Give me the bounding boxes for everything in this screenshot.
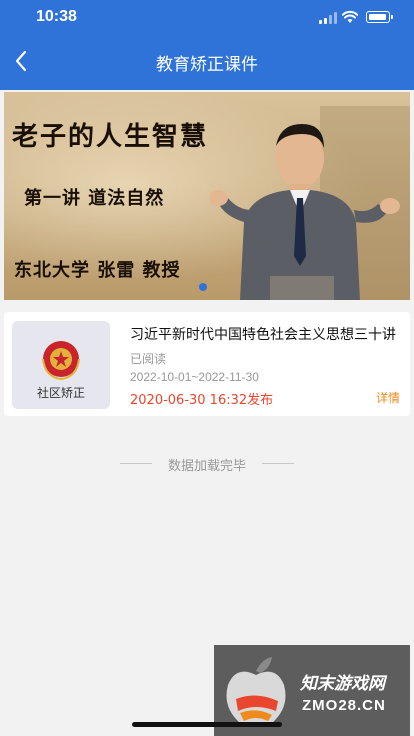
- carousel-indicator-dot[interactable]: [199, 283, 207, 291]
- read-status: 已阅读: [130, 352, 167, 366]
- banner-subtitle: 第一讲 道法自然: [24, 188, 165, 209]
- app-header: 10:38 教育矫正课件: [0, 0, 414, 90]
- wifi-icon: [342, 10, 358, 23]
- status-time: 10:38: [36, 8, 77, 25]
- thumbnail-label: 社区矫正: [36, 386, 85, 400]
- course-title: 习近平新时代中国特色社会主义思想三十讲: [130, 327, 396, 343]
- divider-right: [262, 463, 294, 464]
- watermark-logo: [226, 657, 286, 726]
- battery-icon: [366, 11, 393, 23]
- page-title: 教育矫正课件: [156, 55, 258, 75]
- banner-lecturer: 东北大学 张雷 教授: [14, 260, 181, 281]
- course-thumbnail: 社区矫正: [12, 321, 110, 409]
- publish-time: 2020-06-30 16:32发布: [130, 393, 274, 408]
- watermark-text: 知末游戏网: [300, 674, 385, 694]
- cellular-signal-icon: [319, 12, 337, 24]
- emblem-icon: [42, 341, 80, 381]
- divider-left: [120, 463, 152, 464]
- banner-title: 老子的人生智慧: [12, 122, 209, 152]
- course-period: 2022-10-01~2022-11-30: [130, 370, 259, 384]
- list-end-text: 数据加载完毕: [167, 459, 246, 474]
- status-bar: 10:38: [0, 0, 414, 38]
- lecturer-image: [210, 106, 410, 300]
- banner-carousel[interactable]: 老子的人生智慧 第一讲 道法自然 东北大学 张雷 教授: [4, 92, 410, 300]
- detail-link[interactable]: 详情: [376, 389, 400, 406]
- list-end-indicator: 数据加载完毕: [0, 455, 414, 474]
- watermark-url: ZMO28.CN: [302, 697, 386, 714]
- course-list-item[interactable]: 社区矫正 习近平新时代中国特色社会主义思想三十讲 已阅读 2022-10-01~…: [4, 312, 410, 416]
- home-indicator: [132, 722, 282, 727]
